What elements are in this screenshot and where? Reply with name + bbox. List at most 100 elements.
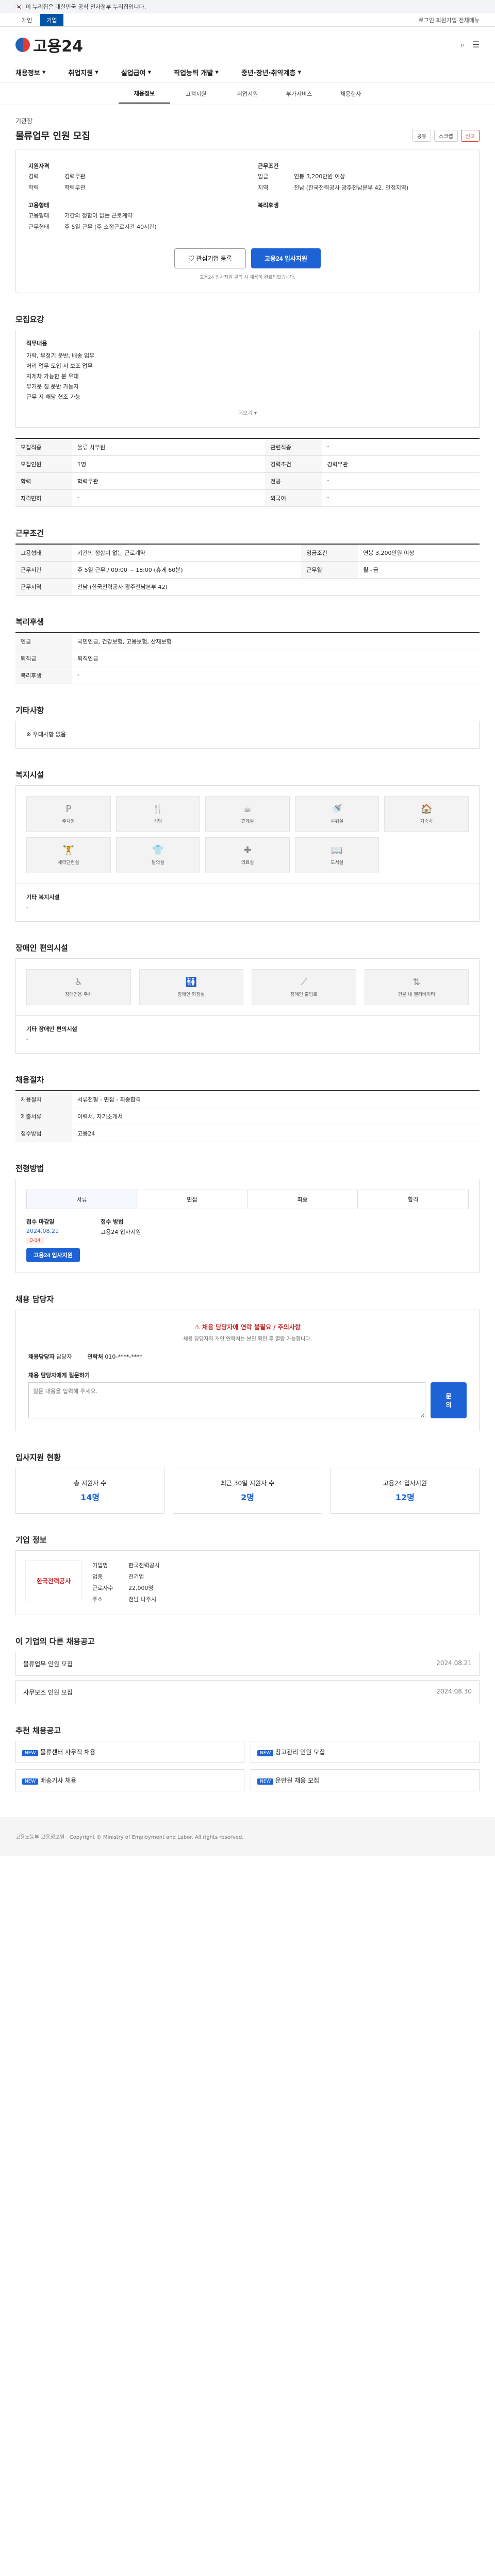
work-condition-table: 고용형태 기간의 정함이 없는 근로계약 임금조건 연봉 3,200만원 이상 근무시… [15, 544, 480, 596]
other-jobs-title: 이 기업의 다른 채용공고 [15, 1637, 95, 1646]
ramp-icon: ⟋ [300, 977, 307, 988]
flag-icon: 🇰🇷 [15, 3, 23, 10]
nav-item-vulnerable[interactable]: 중년·장년·취약계층 ▾ [241, 67, 301, 77]
menu-icon[interactable]: ☰ [472, 40, 480, 50]
kv-label: 주소 [92, 1596, 103, 1603]
job-card[interactable]: NEW 운반원 채용 모집 [251, 1769, 480, 1791]
process-steps: 서류 면접 최종 합격 [26, 1190, 469, 1209]
table-cell: 1명 [72, 455, 266, 473]
sub-tabs: 채용정보 고객지원 취업지원 부가서비스 채용행사 [0, 82, 495, 105]
process-step: 서류 [27, 1190, 137, 1209]
table-cell: 학력무관 [72, 472, 266, 490]
elevator-icon: ⇅ [412, 977, 421, 988]
lounge-icon: ☕ [243, 804, 252, 815]
util-links[interactable]: 로그인 회원가입 전체메뉴 [419, 16, 480, 24]
facility-item: 📖 도서실 [294, 837, 380, 873]
deadline-label: 접수 마감일 [26, 1218, 55, 1225]
table-header-cell: 모집인원 [15, 455, 72, 473]
disability-item: 🚻 장애인 화장실 [139, 969, 243, 1005]
duty-section-title: 모집요강 [15, 315, 44, 324]
question-input[interactable] [28, 1382, 425, 1418]
table-header-cell: 퇴직금 [15, 650, 72, 667]
welfare-table: 연금 국민연금, 건강보험, 고용보험, 산재보험 퇴직금 퇴직연금 복리후생 - [15, 632, 480, 684]
table-cell: 월~금 [358, 561, 480, 579]
kv-label: 근무형태 [28, 224, 50, 230]
table-row: 채용절차 서류전형 - 면접 - 최종합격 [15, 1091, 480, 1108]
job-card[interactable]: NEW 창고관리 인원 모집 [251, 1741, 480, 1763]
stats-title: 입사지원 현황 [15, 1453, 61, 1462]
process-step: 최종 [248, 1190, 358, 1209]
subtab-customer[interactable]: 고객지원 [170, 90, 222, 98]
facility-item: 👕 탈의실 [116, 837, 201, 873]
list-item[interactable]: 물류업무 인원 모집 2024.08.21 [15, 1652, 480, 1676]
facility-item: ☕ 휴게실 [205, 796, 290, 832]
disability-title: 장애인 편의시설 [15, 943, 68, 953]
method-value: 고용24 입사지원 [101, 1229, 141, 1235]
table-row: 학력 학력무관 전공 - [15, 472, 480, 490]
facilities-note: 기타 복지시설 - [15, 884, 480, 922]
process-step: 합격 [407, 1196, 419, 1203]
table-cell: 전남 (한국전력공사 광주전남본부 42) [72, 578, 480, 596]
list-item[interactable]: 사무보조 인원 모집 2024.08.30 [15, 1680, 480, 1704]
subtab-jobs[interactable]: 채용정보 [119, 89, 170, 104]
table-cell: 고용24 [72, 1125, 480, 1142]
qa-label: 채용 담당자에게 질문하기 [28, 1372, 90, 1379]
subtab-support[interactable]: 취업지원 [222, 90, 273, 98]
job-card[interactable]: NEW 물류센터 사무직 채용 [15, 1741, 244, 1763]
table-header-cell: 복리후생 [15, 667, 72, 684]
interest-company-button[interactable]: ♡ 관심기업 등록 [174, 248, 246, 268]
kv-value: 전남 (한국전력공사 광주전남본부 42, 인접지역) [294, 184, 409, 191]
extra-box: ※ 우대사항 없음 [15, 721, 480, 749]
report-button[interactable]: 신고 [460, 129, 480, 142]
condition-heading: 근무조건 [258, 163, 279, 170]
site-logo[interactable]: 고용24 [15, 33, 83, 56]
tab-personal[interactable]: 개인 [15, 14, 38, 26]
apply-note: 고용24 입사지원 클릭 시 채용이 완료되었습니다. [200, 275, 295, 280]
table-row: 근무지역 전남 (한국전력공사 광주전남본부 42) [15, 578, 480, 596]
recruit-procedure-title: 채용절차 [15, 1075, 44, 1084]
ask-button[interactable]: 문의 [431, 1382, 467, 1418]
nav-item-training[interactable]: 직업능력 개발 ▾ [174, 67, 219, 77]
table-cell: - [322, 472, 480, 490]
tab-company[interactable]: 기업 [40, 13, 63, 26]
nav-item-benefit[interactable]: 실업급여 ▾ [121, 67, 151, 77]
table-row: 모집인원 1명 경력조건 경력무관 [15, 455, 480, 473]
table-cell: 물류 사무원 [72, 438, 266, 456]
site-header: 고용24 ⌕ ☰ [0, 27, 495, 63]
more-button[interactable]: 더보기 ▾ [26, 409, 469, 419]
share-button[interactable]: 공유 [412, 129, 431, 142]
stats-row: 총 지원자 수 14명 최근 30일 지원자 수 2명 고용24 입사지원 12명 [15, 1468, 480, 1514]
table-cell: 퇴직연금 [72, 650, 480, 667]
apply-button[interactable]: 고용24 입사지원 [251, 248, 321, 268]
extra-text: ※ 우대사항 없음 [26, 731, 66, 738]
table-header-cell: 모집직종 [15, 438, 72, 456]
apply-button-2[interactable]: 고용24 입사지원 [26, 1248, 80, 1262]
kv-value: 한국전력공사 [128, 1562, 160, 1569]
gov-banner-text: 이 누리집은 대한민국 공식 전자정부 누리집입니다. [25, 4, 146, 10]
work-condition-title: 근무조건 [15, 529, 44, 538]
facilities-title: 복지시설 [15, 770, 44, 779]
disability-grid: ♿ 장애인용 주차 🚻 장애인 화장실 ⟋ 장애인 출입로 ⇅ 건물 내 엘리베이터 [15, 958, 480, 1016]
contact-info: 채용담당자 담당자 연락처 010-****-**** [28, 1353, 143, 1360]
nav-item-support[interactable]: 취업지원 ▾ [68, 67, 98, 77]
duty-line: 근무 지 해당 협조 가능 [26, 394, 81, 400]
kv-label: 업종 [92, 1573, 103, 1580]
kv-value: 주 5일 근무 (주 소정근로시간 40시간) [64, 224, 157, 230]
subtab-events[interactable]: 채용행사 [325, 90, 376, 98]
facility-item: 🏠 기숙사 [384, 796, 469, 832]
medical-icon: ✚ [243, 845, 252, 856]
search-icon[interactable]: ⌕ [460, 40, 465, 50]
gov-banner: 🇰🇷 이 누리집은 대한민국 공식 전자정부 누리집입니다. [0, 0, 495, 13]
scrap-button[interactable]: 스크랩 [434, 129, 458, 142]
nav-item-jobs[interactable]: 채용정보 ▾ [15, 67, 45, 77]
table-header-cell: 경력조건 [265, 455, 322, 473]
stat-card: 고용24 입사지원 12명 [330, 1468, 480, 1514]
other-jobs-list: 물류업무 인원 모집 2024.08.21 사무보조 인원 모집 2024.08.3… [15, 1652, 480, 1704]
welfare-section-title: 복리후생 [15, 617, 44, 626]
job-card[interactable]: NEW 배송기사 채용 [15, 1769, 244, 1791]
subtab-extra[interactable]: 부가서비스 [273, 90, 325, 98]
kv-value: 연봉 3,200만원 이상 [294, 173, 345, 180]
site-footer: 고용노동부 고용정보원 · Copyright © Ministry of Em… [0, 1817, 495, 1856]
audience-tabs: 개인 기업 로그인 회원가입 전체메뉴 [0, 13, 495, 27]
inquiry-warning: ⚠ 채용 담당자에 연락 불필요 / 주의사항 채용 담당자의 개인 연락처는 … [28, 1323, 467, 1342]
